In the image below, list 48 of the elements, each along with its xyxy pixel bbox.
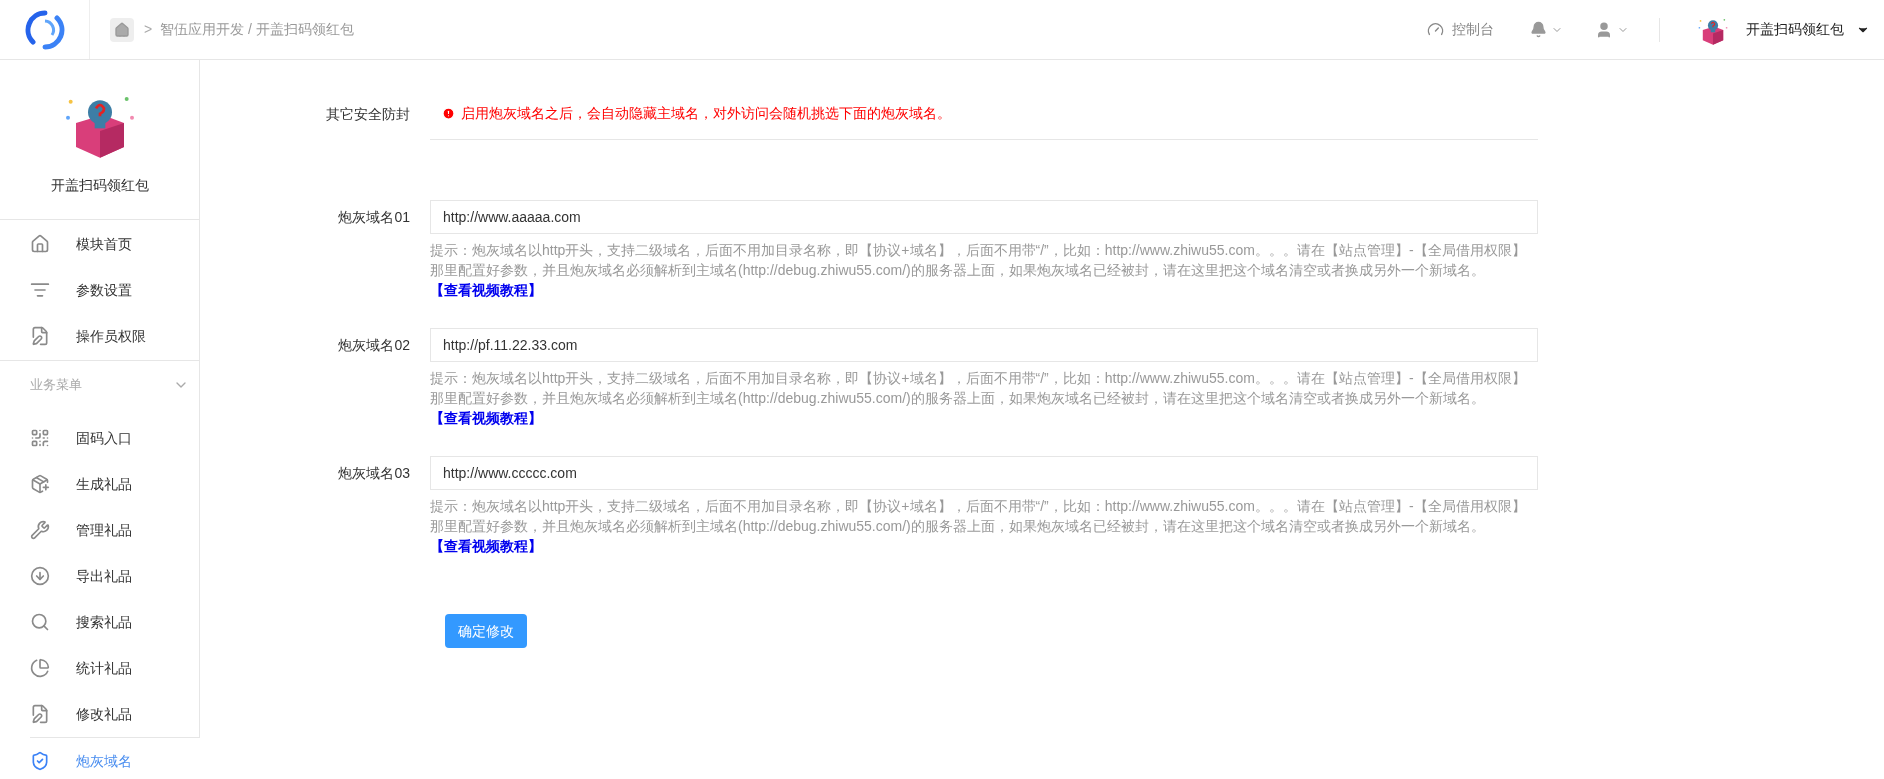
field-label: 炮灰域名03 [338, 463, 410, 483]
field-label: 其它安全防封 [326, 106, 410, 122]
sidebar-item[interactable]: 参数设置 [0, 267, 199, 313]
domain-input[interactable]: http://www.aaaaa.com [430, 200, 1538, 234]
user-button[interactable] [1595, 20, 1629, 39]
menu-icon [30, 658, 50, 678]
sidebar-item[interactable]: 导出礼品 [0, 553, 199, 599]
domain-input[interactable]: http://www.ccccc.com [430, 456, 1538, 490]
sidebar-item[interactable]: 固码入口 [0, 415, 199, 461]
video-tutorial-link[interactable]: 【查看视频教程】 [430, 410, 542, 426]
hint-text: 提示：炮灰域名以http开头，支持二级域名，后面不用加目录名称，即【协议+域名】，后面不用带“/”，比如：http://www.zhiwu55.com。。。请在【站点管理】-【全局借用权限】那里配置好参数，并且炮灰域名必须解析到主域名(http://debug.zhiwu55.com/)的服务器上面，如果炮灰域名已经被封，请在这里把这个域名清空或者换成另外一个新域名。 【查看视频教程】 [430, 241, 1527, 300]
domain-input[interactable]: http://pf.11.22.33.com [430, 328, 1538, 362]
sidebar-item[interactable]: 生成礼品 [0, 461, 199, 507]
home-icon [114, 21, 130, 38]
sidebar-item[interactable]: 操作员权限 [0, 313, 199, 359]
video-tutorial-link[interactable]: 【查看视频教程】 [430, 538, 542, 554]
user-icon [1595, 20, 1613, 39]
sidebar-item[interactable]: 统计礼品 [0, 645, 199, 691]
warning-text: 启用炮灰域名之后，会自动隐藏主域名，对外访问会随机挑选下面的炮灰域名。 [461, 104, 951, 123]
menu-icon [30, 704, 50, 724]
menu-icon [30, 520, 50, 540]
field-label: 炮灰域名01 [338, 207, 410, 227]
menu-icon [30, 280, 50, 300]
sidebar-item[interactable]: 管理礼品 [0, 507, 199, 553]
notifications-button[interactable] [1530, 21, 1563, 38]
menu-icon [30, 612, 50, 632]
breadcrumb-separator: > [144, 20, 153, 39]
sidebar-item[interactable]: 修改礼品 [0, 691, 199, 737]
bell-icon [1530, 21, 1547, 38]
hint-text: 提示：炮灰域名以http开头，支持二级域名，后面不用加目录名称，即【协议+域名】，后面不用带“/”，比如：http://www.zhiwu55.com。。。请在【站点管理】-【全局借用权限】那里配置好参数，并且炮灰域名必须解析到主域名(http://debug.zhiwu55.com/)的服务器上面，如果炮灰域名已经被封，请在这里把这个域名清空或者换成另外一个新域名。 【查看视频教程】 [430, 497, 1527, 556]
hint-text: 提示：炮灰域名以http开头，支持二级域名，后面不用加目录名称，即【协议+域名】，后面不用带“/”，比如：http://www.zhiwu55.com。。。请在【站点管理】-【全局借用权限】那里配置好参数，并且炮灰域名必须解析到主域名(http://debug.zhiwu55.com/)的服务器上面，如果炮灰域名已经被封，请在这里把这个域名清空或者换成另外一个新域名。 【查看视频教程】 [430, 369, 1527, 428]
field-label: 炮灰域名02 [338, 335, 410, 355]
sidebar-item[interactable]: 搜索礼品 [0, 599, 199, 645]
menu-icon [30, 474, 50, 494]
sidebar-item[interactable]: 模块首页 [0, 221, 199, 267]
gauge-icon [1427, 21, 1444, 38]
app-name: 开盖扫码领红包 [50, 176, 149, 195]
menu-icon [30, 428, 50, 448]
user-menu[interactable]: 开盖扫码领红包 [1746, 19, 1870, 40]
warning-icon [442, 107, 455, 120]
video-tutorial-link[interactable]: 【查看视频教程】 [430, 282, 542, 298]
home-button[interactable] [110, 17, 134, 42]
menu-icon [30, 326, 50, 346]
logo-icon [24, 9, 65, 50]
menu-icon [30, 566, 50, 586]
console-link[interactable]: 控制台 [1427, 19, 1494, 40]
menu-icon [30, 751, 50, 771]
menu-icon [30, 234, 50, 254]
